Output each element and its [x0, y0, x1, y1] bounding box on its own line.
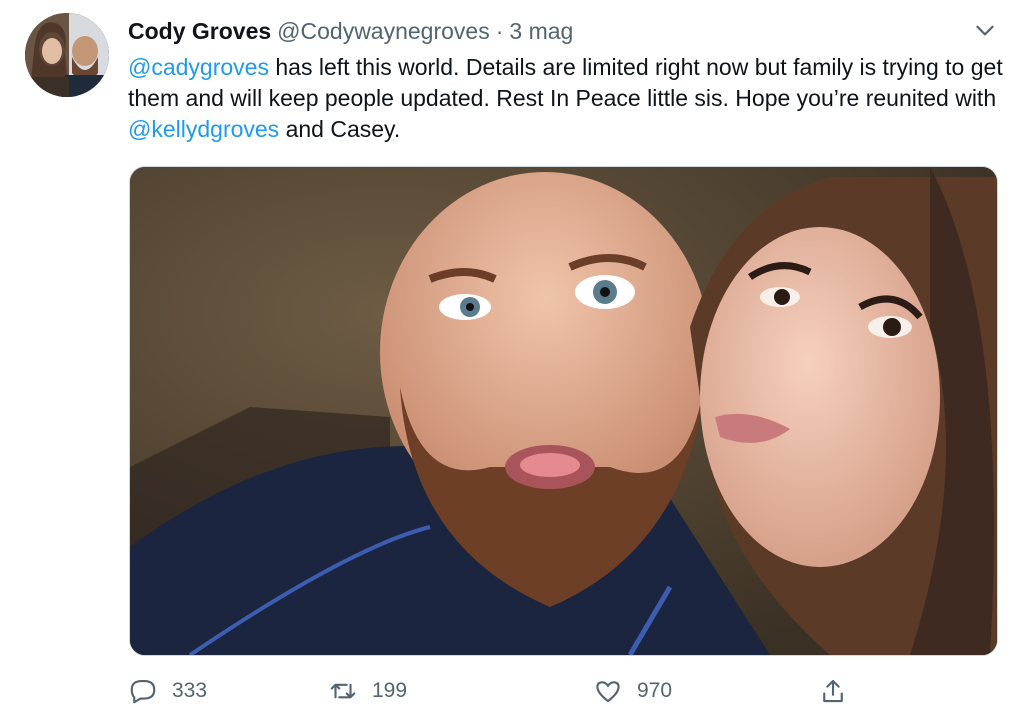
comment-icon	[130, 679, 156, 704]
tweet-text: @cadygroves has left this world. Details…	[128, 52, 1008, 145]
author-handle[interactable]: @Codywaynegroves	[277, 18, 490, 45]
tweet: Cody Groves @Codywaynegroves · 3 mag @ca…	[0, 0, 1024, 723]
retweet-count: 199	[372, 679, 408, 702]
tweet-photo[interactable]	[129, 166, 998, 656]
reply-count: 333	[172, 679, 208, 702]
like-count: 970	[637, 679, 673, 702]
reply-button[interactable]: 333	[128, 674, 207, 708]
author-name[interactable]: Cody Groves	[128, 18, 271, 45]
heart-icon	[596, 681, 620, 703]
chevron-down-icon[interactable]	[972, 17, 998, 43]
tweet-timestamp[interactable]: 3 mag	[509, 18, 573, 45]
share-icon	[823, 679, 843, 703]
photo-image	[130, 167, 997, 655]
avatar-photo	[25, 13, 109, 97]
retweet-button[interactable]: 199	[328, 674, 407, 708]
retweet-icon	[330, 683, 356, 699]
tweet-header: Cody Groves @Codywaynegroves · 3 mag	[128, 14, 573, 48]
mention-link[interactable]: @kellydgroves	[128, 116, 279, 142]
tweet-actions: 333 199 970	[128, 674, 868, 708]
like-button[interactable]: 970	[593, 674, 672, 708]
mention-link[interactable]: @cadygroves	[128, 54, 269, 80]
separator-dot: ·	[495, 17, 504, 44]
share-button[interactable]	[818, 674, 862, 708]
avatar[interactable]	[25, 13, 109, 97]
tweet-text-part: and Casey.	[279, 116, 401, 142]
